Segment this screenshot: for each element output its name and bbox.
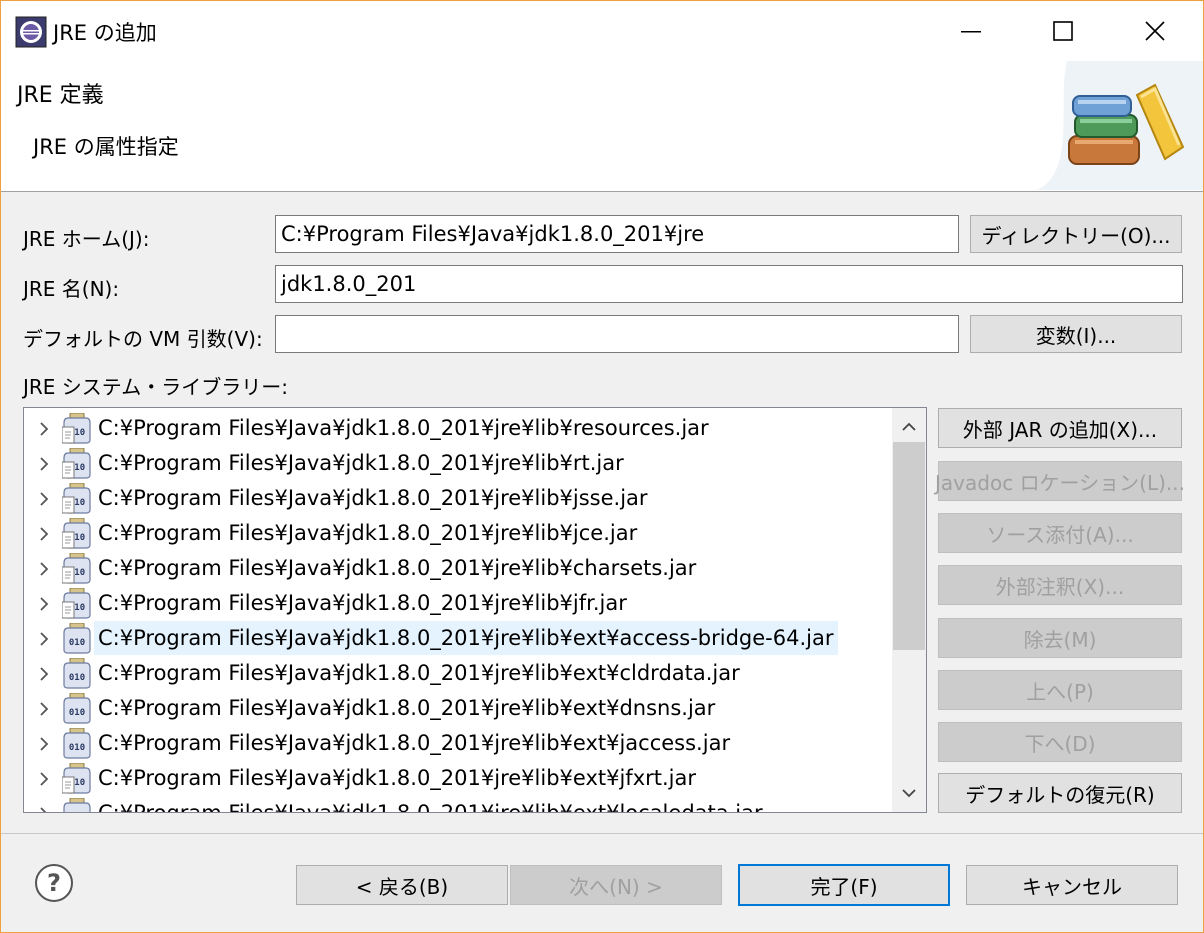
library-path: C:¥Program Files¥Java¥jdk1.8.0_201¥jre¥l… (98, 661, 740, 685)
library-row[interactable]: 010 C:¥Program Files¥Java¥jdk1.8.0_201¥jr… (24, 621, 894, 656)
variables-button[interactable]: 変数(I)... (970, 315, 1182, 353)
jre-home-input[interactable]: C:¥Program Files¥Java¥jdk1.8.0_201¥jre (275, 215, 959, 253)
library-row[interactable]: 010C:¥Program Files¥Java¥jdk1.8.0_201¥jr… (24, 516, 894, 551)
chevron-right-icon[interactable] (36, 700, 52, 718)
minimize-button[interactable] (925, 1, 1017, 61)
books-banner-icon (1037, 61, 1203, 190)
jre-name-label: JRE 名(N): (23, 277, 120, 301)
maximize-button[interactable] (1017, 1, 1109, 61)
svg-text:010: 010 (69, 673, 85, 683)
jar-source-icon: 010 (61, 517, 92, 549)
library-row[interactable]: 010C:¥Program Files¥Java¥jdk1.8.0_201¥jr… (24, 761, 894, 796)
restore-default-button[interactable]: デフォルトの復元(R) (938, 773, 1182, 813)
chevron-right-icon[interactable] (36, 560, 52, 578)
title-bar: JRE の追加 (1, 1, 1203, 61)
library-path: C:¥Program Files¥Java¥jdk1.8.0_201¥jre¥l… (98, 556, 697, 580)
vm-args-label: デフォルトの VM 引数(V): (23, 327, 263, 351)
wizard-header: JRE 定義 JRE の属性指定 (1, 61, 1203, 192)
chevron-right-icon[interactable] (36, 630, 52, 648)
library-row[interactable]: 010 C:¥Program Files¥Java¥jdk1.8.0_201¥jr… (24, 726, 894, 761)
javadoc-location-button[interactable]: Javadoc ロケーション(L)... (935, 461, 1185, 501)
library-path: C:¥Program Files¥Java¥jdk1.8.0_201¥jre¥l… (98, 731, 731, 755)
add-external-jar-button[interactable]: 外部 JAR の追加(X)... (938, 408, 1182, 448)
library-path: C:¥Program Files¥Java¥jdk1.8.0_201¥jre¥l… (98, 451, 624, 475)
library-path: C:¥Program Files¥Java¥jdk1.8.0_201¥jre¥l… (98, 591, 627, 615)
chevron-right-icon[interactable] (36, 595, 52, 613)
minimize-icon (961, 31, 981, 33)
chevron-right-icon[interactable] (36, 525, 52, 543)
library-row[interactable]: 010C:¥Program Files¥Java¥jdk1.8.0_201¥jr… (24, 551, 894, 586)
library-path: C:¥Program Files¥Java¥jdk1.8.0_201¥jre¥l… (98, 521, 638, 545)
library-path: C:¥Program Files¥Java¥jdk1.8.0_201¥jre¥l… (98, 416, 709, 440)
library-row[interactable]: 010C:¥Program Files¥Java¥jdk1.8.0_201¥jr… (24, 446, 894, 481)
page-title: JRE 定義 (17, 83, 104, 108)
eclipse-app-icon (15, 16, 47, 48)
jar-icon: 010 (62, 797, 92, 812)
move-up-button[interactable]: 上へ(P) (938, 670, 1182, 710)
external-annotations-button[interactable]: 外部注釈(X)... (938, 565, 1182, 605)
chevron-right-icon[interactable] (36, 735, 52, 753)
source-attachment-button[interactable]: ソース添付(A)... (938, 513, 1182, 553)
svg-text:?: ? (47, 869, 61, 897)
vertical-scrollbar[interactable] (892, 408, 926, 812)
jar-icon: 010 (62, 622, 92, 654)
library-row[interactable]: 010 C:¥Program Files¥Java¥jdk1.8.0_201¥jr… (24, 656, 894, 691)
vm-args-input[interactable] (275, 315, 959, 353)
svg-text:010: 010 (69, 638, 85, 648)
jar-source-icon: 010 (61, 412, 92, 444)
jar-icon: 010 (62, 692, 92, 724)
move-down-button[interactable]: 下へ(D) (938, 722, 1182, 762)
system-libraries-label: JRE システム・ライブラリー: (23, 375, 288, 399)
library-row[interactable]: 010C:¥Program Files¥Java¥jdk1.8.0_201¥jr… (24, 481, 894, 516)
jre-home-label: JRE ホーム(J): (23, 227, 150, 251)
svg-text:010: 010 (69, 743, 85, 753)
chevron-right-icon[interactable] (36, 665, 52, 683)
svg-text:010: 010 (69, 708, 85, 718)
chevron-right-icon[interactable] (36, 805, 52, 813)
chevron-right-icon[interactable] (36, 420, 52, 438)
jar-source-icon: 010 (61, 482, 92, 514)
library-row[interactable]: 010 C:¥Program Files¥Java¥jdk1.8.0_201¥jr… (24, 796, 894, 813)
help-icon[interactable]: ? (34, 863, 74, 903)
cancel-button[interactable]: キャンセル (966, 865, 1178, 905)
library-tree[interactable]: 010 C:¥Program Files¥Java¥jdk1.8.0_201¥jr… (23, 407, 927, 813)
maximize-icon (1053, 21, 1073, 41)
chevron-right-icon[interactable] (36, 770, 52, 788)
remove-button[interactable]: 除去(M) (938, 618, 1182, 658)
chevron-right-icon[interactable] (36, 455, 52, 473)
jre-name-input[interactable]: jdk1.8.0_201 (275, 265, 1183, 303)
footer-divider (1, 833, 1203, 834)
library-path: C:¥Program Files¥Java¥jdk1.8.0_201¥jre¥l… (98, 486, 648, 510)
library-path: C:¥Program Files¥Java¥jdk1.8.0_201¥jre¥l… (98, 766, 696, 790)
add-jre-dialog: JRE の追加 JRE 定義 JRE の属性指定 JRE ホーム(J): C:¥… (0, 0, 1204, 933)
jar-source-icon: 010 (61, 552, 92, 584)
jar-source-icon: 010 (61, 587, 92, 619)
jar-source-icon: 010 (61, 447, 92, 479)
jar-source-icon: 010 (61, 762, 92, 794)
page-description: JRE の属性指定 (33, 135, 179, 159)
close-button[interactable] (1109, 1, 1201, 61)
jar-icon: 010 (62, 727, 92, 759)
library-row[interactable]: 010 C:¥Program Files¥Java¥jdk1.8.0_201¥jr… (24, 691, 894, 726)
directory-button[interactable]: ディレクトリー(O)... (970, 215, 1182, 253)
window-title: JRE の追加 (53, 21, 157, 45)
library-path: C:¥Program Files¥Java¥jdk1.8.0_201¥jre¥l… (98, 801, 763, 813)
chevron-right-icon[interactable] (36, 490, 52, 508)
scroll-up-icon[interactable] (901, 420, 917, 434)
close-icon (1145, 21, 1165, 41)
library-path: C:¥Program Files¥Java¥jdk1.8.0_201¥jre¥l… (94, 621, 838, 655)
library-row[interactable]: 010C:¥Program Files¥Java¥jdk1.8.0_201¥jr… (24, 586, 894, 621)
library-row[interactable]: 010C:¥Program Files¥Java¥jdk1.8.0_201¥jr… (24, 411, 894, 446)
library-path: C:¥Program Files¥Java¥jdk1.8.0_201¥jre¥l… (98, 696, 716, 720)
next-button[interactable]: 次へ(N) > (510, 865, 722, 905)
scroll-down-icon[interactable] (901, 786, 917, 800)
back-button[interactable]: < 戻る(B) (296, 865, 508, 905)
finish-button[interactable]: 完了(F) (738, 864, 950, 906)
jar-icon: 010 (62, 657, 92, 689)
scrollbar-thumb[interactable] (893, 442, 925, 650)
